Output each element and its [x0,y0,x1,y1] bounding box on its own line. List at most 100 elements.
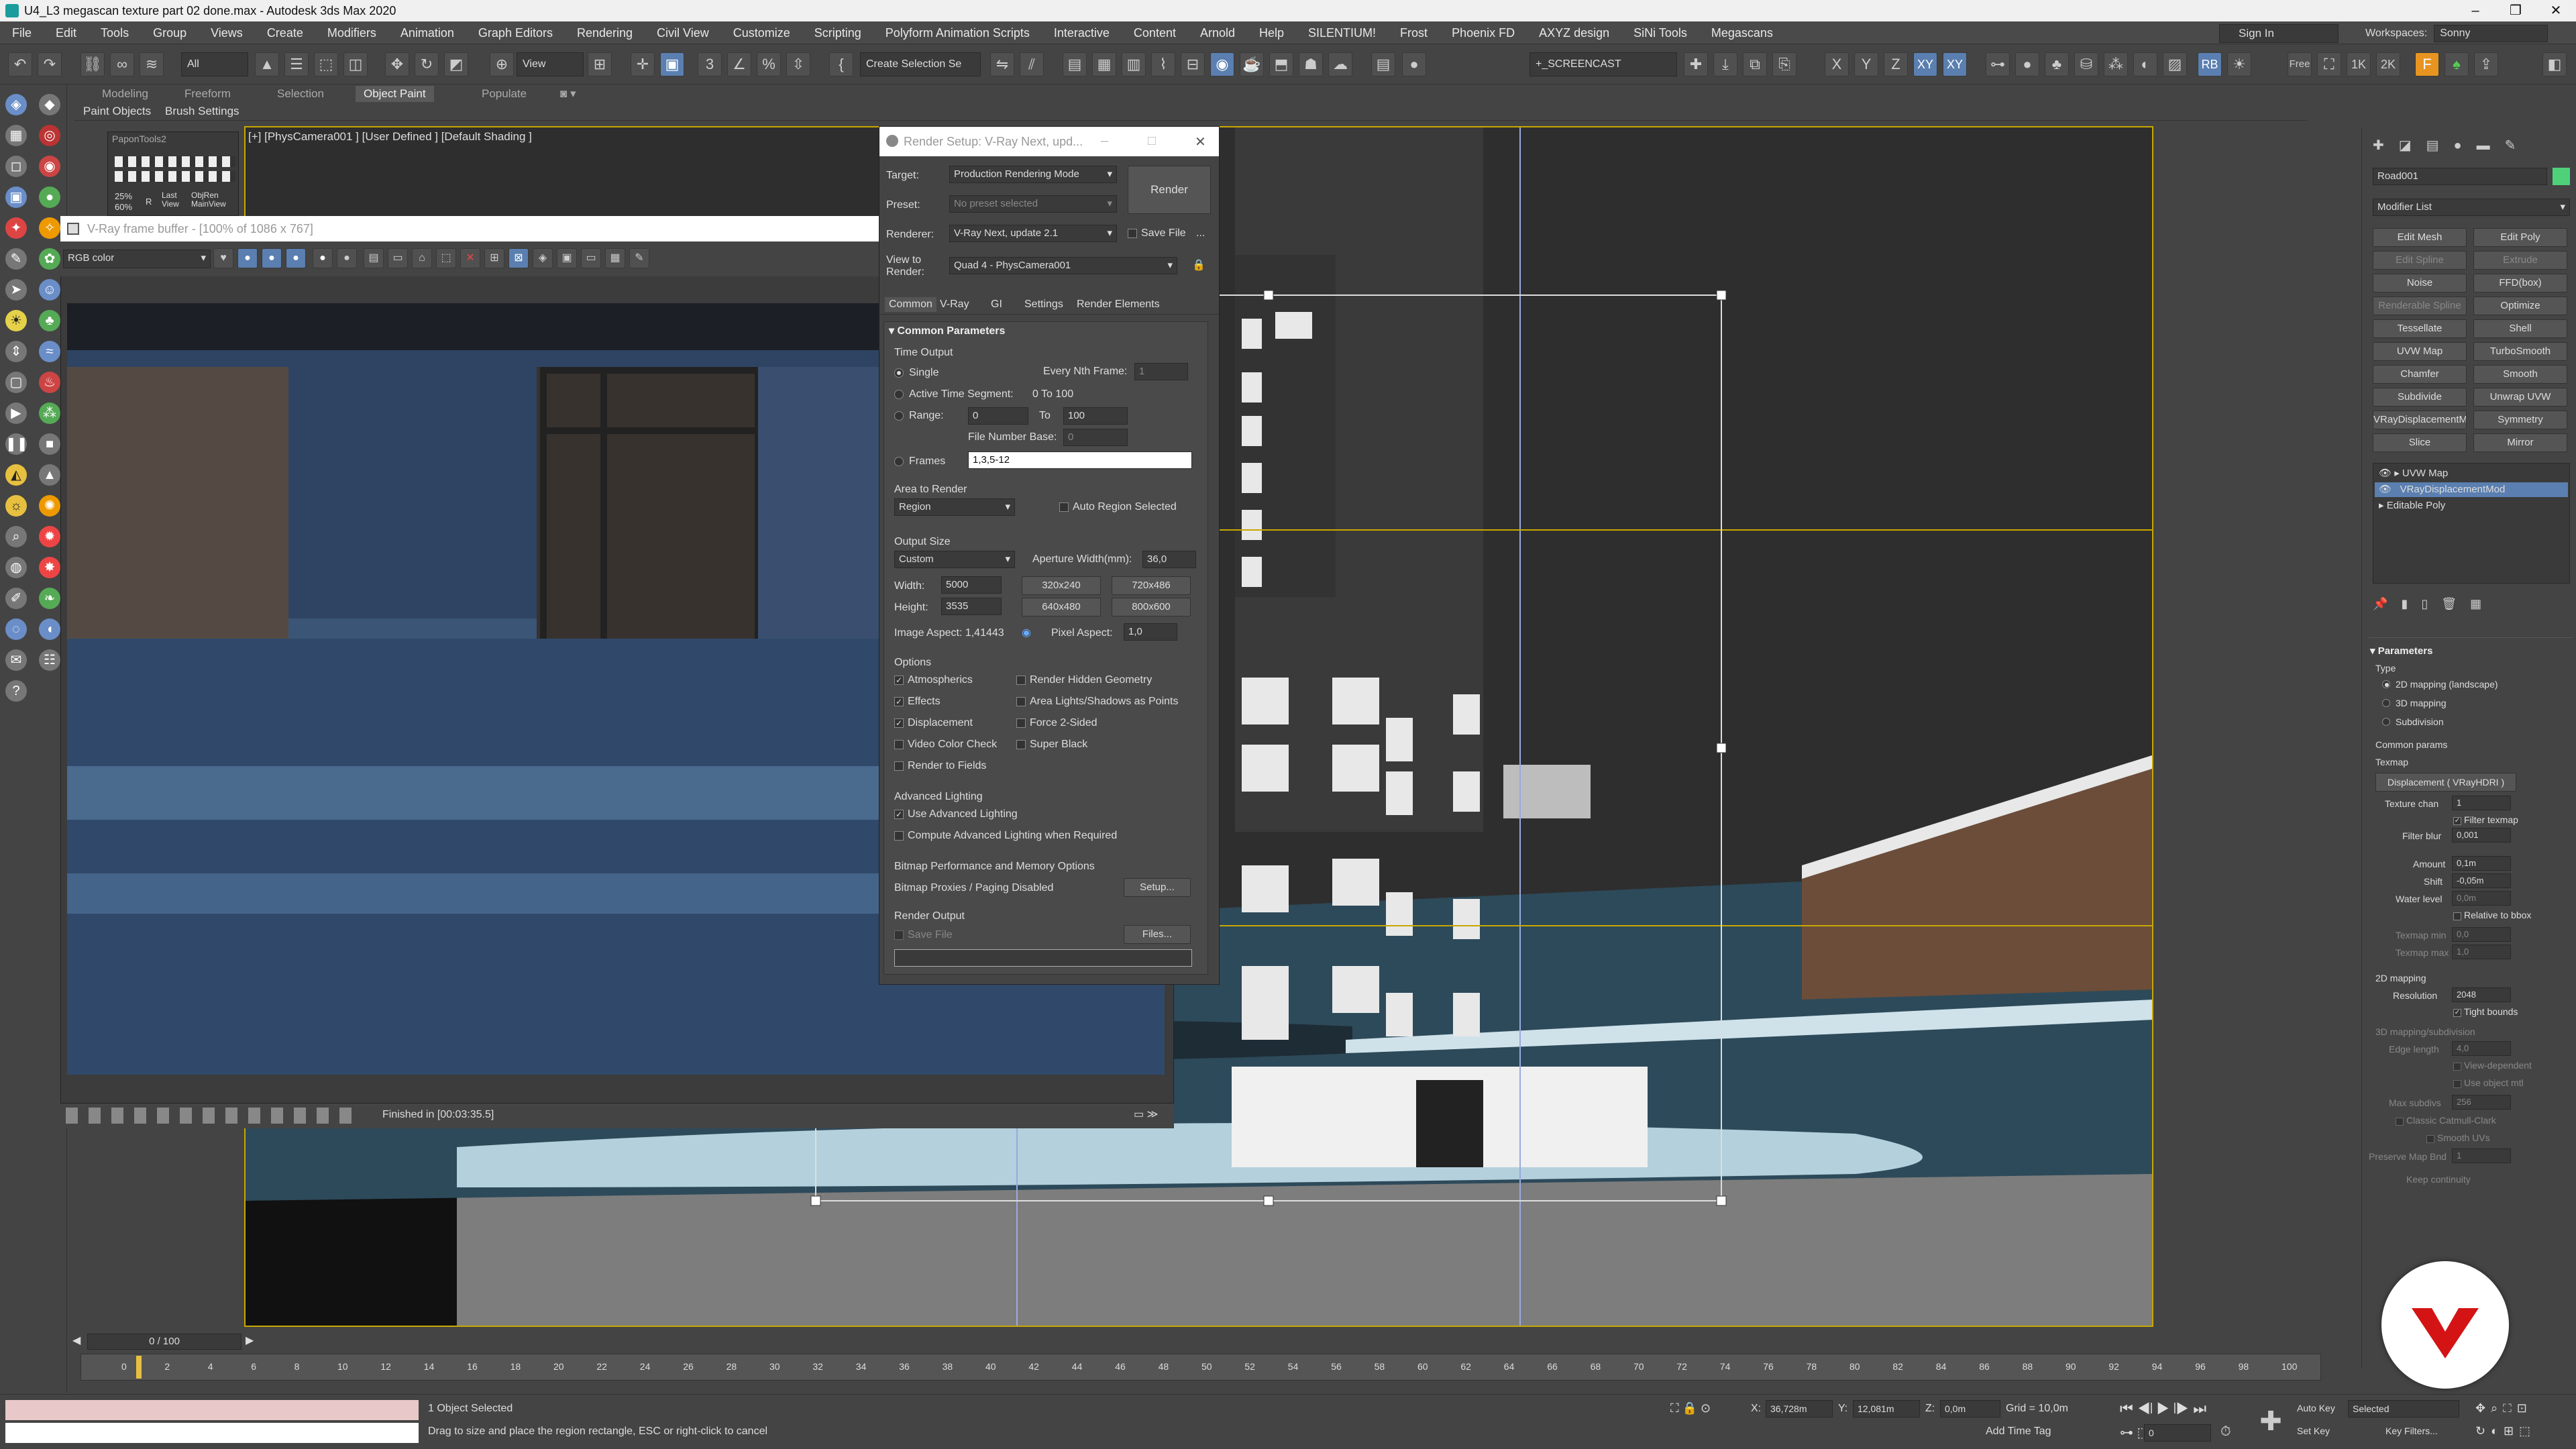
menu-phoenix-fd[interactable]: Phoenix FD [1440,21,1527,44]
menu-group[interactable]: Group [141,21,199,44]
lens-effects-icon[interactable]: ▭ [581,248,601,268]
spinner-snap-icon[interactable]: ⇳ [786,52,810,76]
isolate-icon[interactable]: ⛶ 🔒 ⊙ [1670,1401,1711,1415]
preserve-map-field[interactable]: 1 [2452,1148,2511,1163]
slice-button[interactable]: Slice [2373,433,2467,452]
displacement-checkbox[interactable]: ✓ [894,718,904,728]
screencast-dropdown[interactable]: +_SCREENCAST [1529,52,1677,76]
maxscript-listener-white[interactable] [5,1423,419,1443]
optimize-button[interactable]: Optimize [2473,297,2567,315]
toggle-ribbon-icon[interactable]: ▥ [1122,52,1146,76]
tree-icon[interactable]: ♠ [2445,52,2469,76]
viewport-nav-controls[interactable]: ✥⌕⛶⊡ [2475,1401,2532,1415]
droplet-tool-icon[interactable]: ◖ [39,619,60,640]
flame-tool-icon[interactable]: ✺ [39,495,60,517]
smooth-uvs-checkbox[interactable] [2426,1135,2434,1143]
texmap-button[interactable]: Displacement ( VRayHDRI ) [2375,773,2516,792]
export-icon[interactable]: ⇪ [2474,52,2498,76]
frames-radio[interactable] [894,457,904,466]
tight-bounds-checkbox[interactable]: ✓ [2453,1009,2461,1017]
pause-tool-icon[interactable]: ❚❚ [5,433,28,455]
preset-320x240-button[interactable]: 320x240 [1022,576,1101,595]
time-slider-prev-icon[interactable]: ◀ [72,1334,80,1347]
globe-tool-icon[interactable]: ◌ [5,619,27,640]
curve-editor-icon[interactable]: ⌇ [1151,52,1175,76]
range-from-field[interactable]: 0 [968,407,1028,425]
move-icon[interactable]: ✥ [385,52,409,76]
vfb-expand-icon[interactable]: ▭ ≫ [1134,1108,1158,1121]
light-tool-icon[interactable]: ✦ [5,217,27,239]
force-2-sided-checkbox[interactable] [1016,718,1026,728]
extrude-button[interactable]: Extrude [2473,251,2567,270]
load-image-icon[interactable]: ▭ [388,248,408,268]
view-to-render-dropdown[interactable]: Quad 4 - PhysCamera001 ▾ [949,257,1177,274]
type-subdiv-radio[interactable] [2382,718,2390,726]
render-button[interactable]: Render [1128,166,1211,214]
forest-icon[interactable]: ♣ [2045,52,2069,76]
brush-settings-tab[interactable]: Brush Settings [165,103,239,119]
save-image-icon[interactable]: ▤ [364,248,384,268]
menu-civil-view[interactable]: Civil View [645,21,721,44]
menu-scripting[interactable]: Scripting [802,21,873,44]
res-1k-button[interactable]: 1K [2347,52,2371,76]
super-black-checkbox[interactable] [1016,740,1026,749]
scene-explorer-icon[interactable]: ◈ [5,94,27,115]
unlink-icon[interactable]: ∞ [110,52,134,76]
parameters-header[interactable]: ▾ Parameters [2370,643,2432,660]
more-button[interactable]: ... [1196,227,1205,239]
menu-interactive[interactable]: Interactive [1042,21,1122,44]
pen-tool-icon[interactable]: ✎ [5,248,27,270]
smooth-button[interactable]: Smooth [2473,365,2567,384]
set-key-button[interactable]: Set Key [2297,1426,2330,1436]
history-icon[interactable]: ▦ [605,248,625,268]
help-tool-icon[interactable]: ? [5,680,27,702]
alpha-icon[interactable]: ● [313,248,333,268]
selection-filter-dropdown[interactable]: All [181,52,248,76]
vfb-status-icons[interactable] [66,1108,361,1124]
z-coord-field[interactable]: 0,0m [1940,1400,2000,1417]
aperture-field[interactable]: 36,0 [1142,551,1196,568]
render-output-path-field[interactable] [894,949,1192,967]
stamp-icon[interactable]: ✎ [629,248,649,268]
use-advanced-lighting-checkbox[interactable]: ✓ [894,810,904,819]
plant-tool-icon[interactable]: ✿ [39,248,60,270]
stack-tools[interactable]: 📌▮▯🗑▦ [2373,597,2570,616]
shape-tool-icon[interactable]: ◭ [5,464,27,486]
axis-xy2-button[interactable]: XY [1943,52,1967,76]
time-slider-next-icon[interactable]: ▶ [246,1334,254,1347]
render-output-save-checkbox[interactable] [894,930,904,940]
align-icon[interactable]: ⫽ [1020,52,1044,76]
menu-tools[interactable]: Tools [89,21,141,44]
rs-close-button[interactable]: ✕ [1195,133,1206,150]
output-size-dropdown[interactable]: Custom ▾ [894,551,1015,568]
free-button[interactable]: Free [2288,52,2312,76]
pixel-aspect-field[interactable]: 1,0 [1124,623,1177,641]
viewport-label[interactable]: [+] [PhysCamera001 ] [User Defined ] [De… [248,130,532,144]
green-channel-icon[interactable]: ● [262,248,282,268]
tab-gi[interactable]: GI [991,299,1002,311]
eye-icon[interactable]: 👁 [2379,484,2392,495]
area-lights-checkbox[interactable] [1016,697,1026,706]
cam-tool-icon[interactable]: ✧ [39,217,60,239]
eye-icon[interactable]: 👁 [2379,468,2392,479]
x-coord-field[interactable]: 36,728m [1766,1400,1833,1417]
grid-tool-icon[interactable]: ▦ [5,125,27,146]
area-to-render-dropdown[interactable]: Region ▾ [894,498,1015,516]
sign-in-dropdown[interactable]: Sign In [2219,24,2339,43]
tab-selection[interactable]: Selection [277,86,324,102]
dock-icon[interactable]: ◧ [2542,52,2567,76]
track-mouse-icon[interactable]: ⬚ [436,248,456,268]
common-parameters-header[interactable]: ▾ Common Parameters [889,323,1005,340]
playback-controls[interactable]: ⏮ ◀❘ ▶ ❘▶ ⏭ [2120,1400,2206,1417]
edge-length-field[interactable]: 4,0 [2452,1041,2511,1056]
track-bar[interactable]: 0 2 4 6 8 10 12 14 16 18 20 22 24 26 28 30 32 34 36 38 40 42 4… [80,1354,2321,1381]
material-editor-icon[interactable]: ◉ [1210,52,1234,76]
railclone-icon[interactable]: ⛁ [2074,52,2098,76]
snap-toggle-icon[interactable]: 3 [698,52,722,76]
renderable-spline-button[interactable]: Renderable Spline [2373,297,2467,315]
command-panel-tabs[interactable]: ✚◪▤●▬✎ [2373,137,2567,156]
workspaces-dropdown[interactable]: Sonny [2434,25,2548,42]
current-frame-field[interactable]: 0 [2144,1424,2211,1442]
cone-tool-icon[interactable]: ▲ [39,464,60,486]
note-tool-icon[interactable]: ✉ [5,649,27,671]
